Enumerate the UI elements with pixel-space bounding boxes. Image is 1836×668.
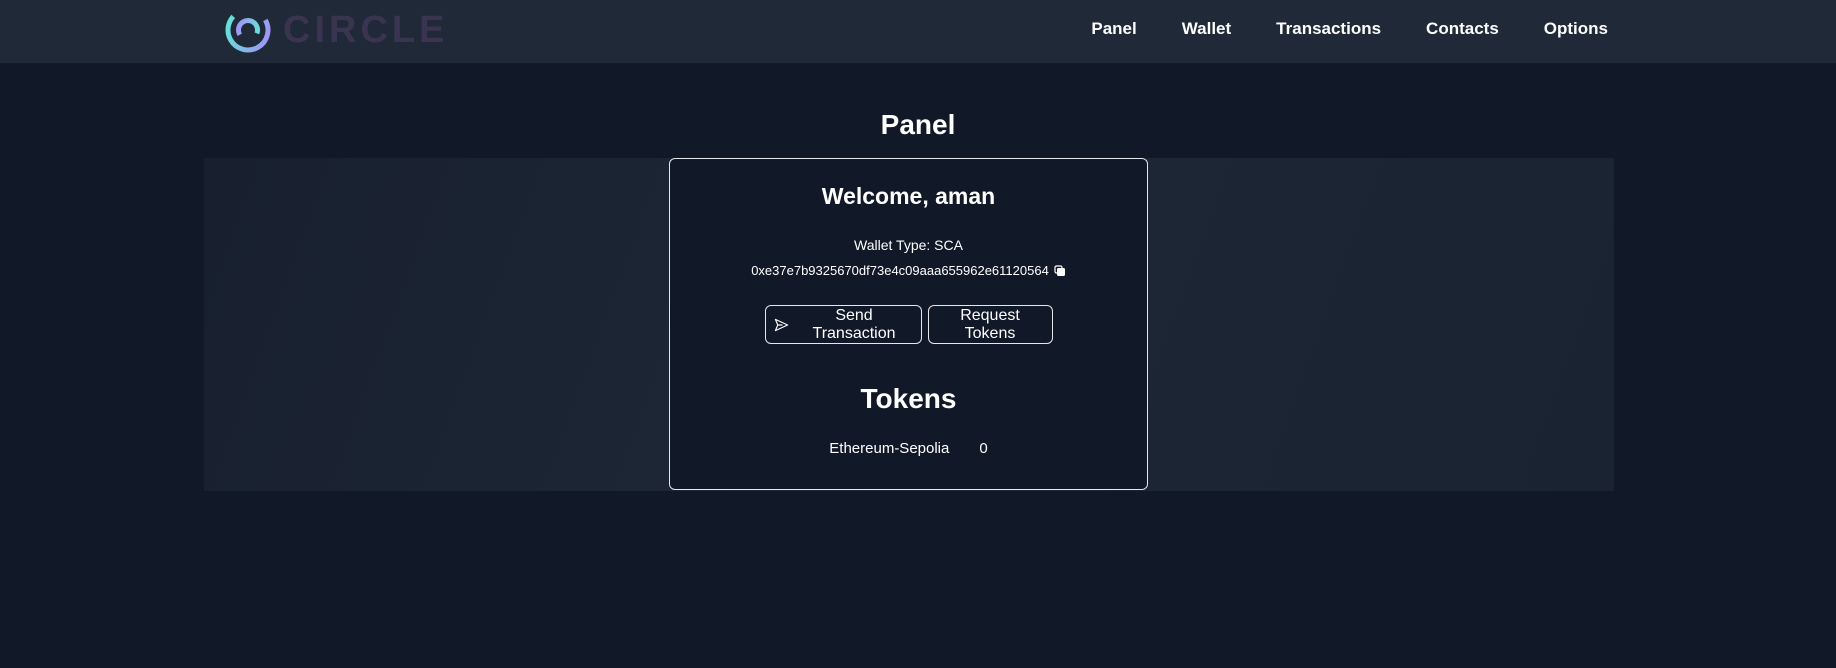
top-navbar: CIRCLE Panel Wallet Transactions Contact… <box>0 0 1836 63</box>
logo-text: CIRCLE <box>283 9 449 51</box>
token-name: Ethereum-Sepolia <box>829 440 950 457</box>
nav-link-contacts[interactable]: Contacts <box>1426 19 1499 39</box>
page-title: Panel <box>880 109 956 140</box>
wallet-address: 0xe37e7b9325670df73e4c09aaa655962e611205… <box>751 263 1049 278</box>
request-tokens-button[interactable]: Request Tokens <box>927 305 1053 344</box>
circle-logo-icon <box>225 7 271 53</box>
send-icon <box>774 318 788 331</box>
send-transaction-label: Send Transaction <box>812 306 896 342</box>
token-row: Ethereum-Sepolia 0 <box>670 439 1147 459</box>
tokens-heading: Tokens <box>860 383 957 414</box>
nav-link-transactions[interactable]: Transactions <box>1276 19 1381 39</box>
nav-link-options[interactable]: Options <box>1544 19 1608 39</box>
wallet-address-row: 0xe37e7b9325670df73e4c09aaa655962e611205… <box>670 261 1147 281</box>
copy-icon[interactable] <box>1054 265 1066 277</box>
nav-link-wallet[interactable]: Wallet <box>1182 19 1231 39</box>
wallet-type-label: Wallet Type: SCA <box>854 237 963 253</box>
wallet-card: Welcome, aman Wallet Type: SCA 0xe37e7b9… <box>669 158 1148 490</box>
token-amount: 0 <box>979 440 988 457</box>
wallet-actions: Send Transaction Request Tokens <box>670 305 1147 344</box>
welcome-heading: Welcome, aman <box>821 183 996 209</box>
nav-link-panel[interactable]: Panel <box>1091 19 1136 39</box>
nav-links: Panel Wallet Transactions Contacts Optio… <box>1046 0 1608 58</box>
circle-logo[interactable]: CIRCLE <box>223 5 448 55</box>
send-transaction-button[interactable]: Send Transaction <box>764 305 922 344</box>
